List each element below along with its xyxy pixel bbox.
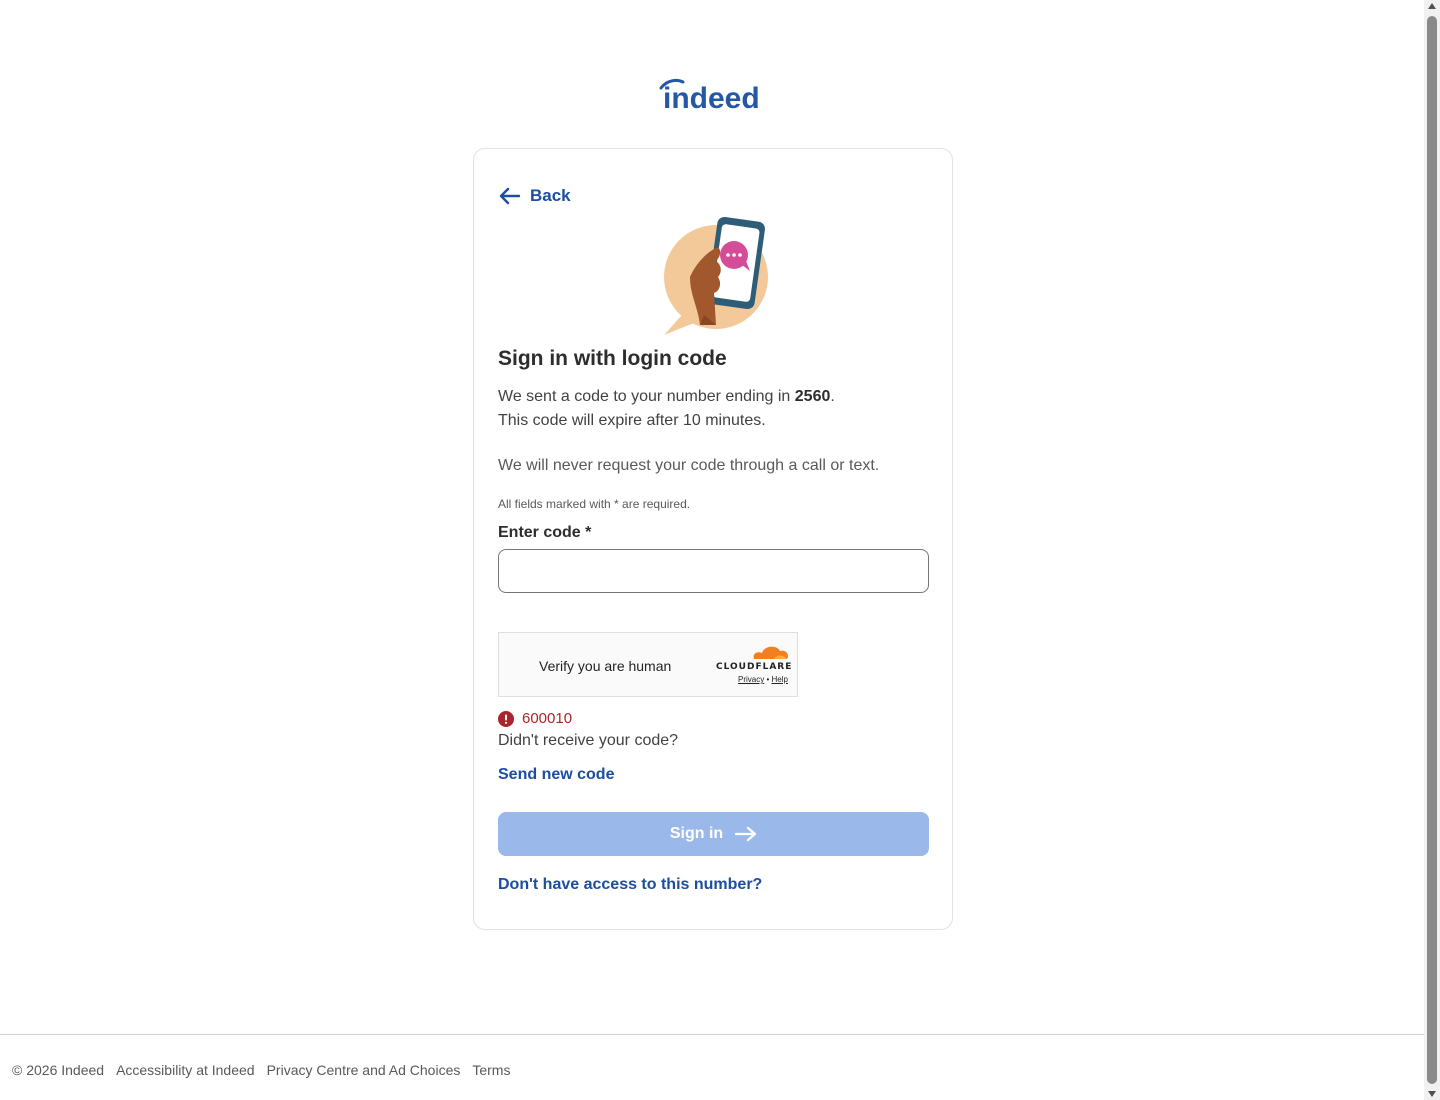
phone-last-digits: 2560	[794, 388, 831, 405]
footer-link-privacy[interactable]: Privacy Centre and Ad Choices	[267, 1062, 461, 1078]
page: indeed Back Sign in with login code We s…	[0, 0, 1424, 1100]
cloudflare-wordmark: CLOUDFLARE	[716, 662, 793, 672]
description-suffix: .	[830, 388, 835, 405]
error-code: 600010	[522, 710, 573, 727]
captcha-link-separator: •	[766, 675, 770, 684]
captcha-widget[interactable]: Verify you are human CLOUDFLARE Privacy …	[498, 632, 798, 697]
captcha-text: Verify you are human	[539, 658, 672, 674]
scroll-down-arrow-icon[interactable]	[1428, 1091, 1436, 1097]
footer-divider	[0, 1034, 1424, 1035]
back-label: Back	[530, 186, 571, 205]
sign-in-label: Sign in	[669, 825, 724, 842]
captcha-error: 600010	[498, 710, 572, 727]
captcha-help-link[interactable]: Help	[772, 675, 788, 684]
security-notice: We will never request your code through …	[498, 457, 880, 474]
scroll-up-arrow-icon[interactable]	[1428, 3, 1436, 9]
vertical-scrollbar[interactable]	[1424, 0, 1440, 1100]
scroll-thumb[interactable]	[1427, 16, 1437, 1084]
resend-question: Didn't receive your code?	[498, 732, 679, 749]
no-access-link[interactable]: Don't have access to this number?	[498, 876, 762, 894]
captcha-links: Privacy • Help	[738, 675, 788, 684]
login-code-card: Back Sign in with login code We sent a c…	[473, 148, 953, 930]
footer-copyright: © 2026 Indeed	[12, 1062, 105, 1078]
footer-link-accessibility[interactable]: Accessibility at Indeed	[116, 1062, 255, 1078]
description-prefix: We sent a code to your number ending in	[498, 388, 795, 405]
expiry-text: This code will expire after 10 minutes.	[498, 412, 766, 429]
page-title: Sign in with login code	[498, 347, 727, 370]
back-button[interactable]: Back	[498, 183, 571, 209]
cloudflare-logo: CLOUDFLARE Privacy • Help	[716, 643, 792, 689]
footer: © 2026 Indeed Accessibility at Indeed Pr…	[12, 1062, 510, 1078]
code-input[interactable]	[498, 549, 929, 593]
footer-link-terms[interactable]: Terms	[472, 1062, 510, 1078]
code-field-label: Enter code *	[498, 524, 592, 541]
arrow-right-icon	[735, 826, 757, 842]
error-icon	[498, 710, 514, 727]
sign-in-button[interactable]: Sign in	[498, 812, 929, 856]
required-fields-note: All fields marked with * are required.	[498, 497, 691, 511]
cloud-icon	[753, 646, 789, 659]
send-new-code-link[interactable]: Send new code	[498, 766, 614, 784]
phone-message-illustration	[664, 216, 768, 335]
indeed-logo[interactable]: indeed	[657, 76, 769, 116]
captcha-privacy-link[interactable]: Privacy	[738, 675, 764, 684]
code-sent-description: We sent a code to your number ending in …	[498, 385, 835, 433]
logo-text: indeed	[663, 82, 760, 115]
arrow-left-icon	[499, 187, 520, 205]
